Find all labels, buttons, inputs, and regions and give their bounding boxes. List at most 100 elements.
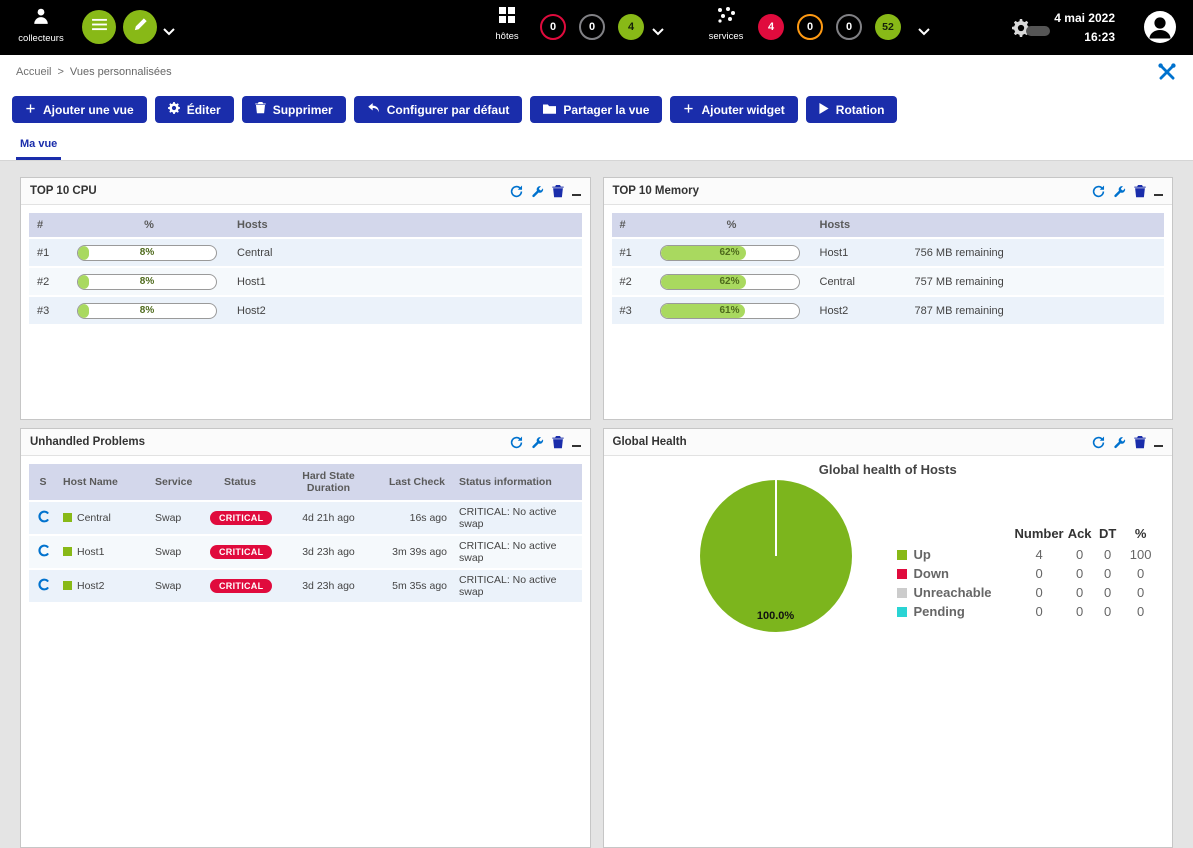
status-badge: CRITICAL: [210, 579, 272, 593]
minimize-icon[interactable]: [572, 186, 581, 196]
cpu-rank: #2: [29, 267, 69, 296]
wrench-icon[interactable]: [1113, 185, 1126, 198]
hosts-chevron-down-icon[interactable]: [652, 23, 664, 41]
refresh-icon[interactable]: [1092, 436, 1105, 449]
services-menu[interactable]: services: [700, 7, 752, 42]
pollers-menu[interactable]: collecteurs: [12, 7, 70, 44]
problems-table: S Host Name Service Status Hard State Du…: [29, 464, 582, 604]
wrench-icon[interactable]: [531, 436, 544, 449]
hosts-menu[interactable]: hôtes: [482, 7, 532, 42]
widget-title: Unhandled Problems: [30, 436, 145, 448]
theme-toggle[interactable]: [1012, 19, 1050, 42]
clock: 4 mai 2022 16:23: [1054, 9, 1115, 46]
problem-service[interactable]: Swap: [149, 501, 204, 535]
view-toolbar: Ajouter une vue Éditer Supprimer Configu…: [0, 89, 1193, 130]
breadcrumb-home[interactable]: Accueil: [16, 66, 51, 78]
undo-arrow-icon: [367, 102, 380, 117]
current-time: 16:23: [1054, 28, 1115, 47]
legend-col-ack: Ack: [1065, 526, 1095, 545]
breadcrumb: Accueil > Vues personnalisées: [0, 55, 1193, 89]
play-icon: [819, 103, 829, 117]
problem-duration: 3d 23h ago: [276, 535, 381, 569]
minimize-icon[interactable]: [1154, 186, 1163, 196]
memory-rank: #2: [612, 267, 652, 296]
memory-progress-bar: 62%: [660, 274, 800, 290]
hosts-down-count[interactable]: 0: [540, 14, 566, 40]
services-unknown-count[interactable]: 0: [836, 14, 862, 40]
minimize-icon[interactable]: [572, 437, 581, 447]
services-warning-count[interactable]: 0: [797, 14, 823, 40]
problem-service[interactable]: Swap: [149, 535, 204, 569]
trash-icon[interactable]: [552, 185, 564, 198]
list-menu-button[interactable]: [82, 10, 116, 44]
widget-unhandled-problems: Unhandled Problems S Host Name Service S…: [20, 428, 591, 848]
set-default-button[interactable]: Configurer par défaut: [354, 96, 523, 123]
trash-icon[interactable]: [552, 436, 564, 449]
centreon-service-icon[interactable]: [37, 582, 50, 594]
tools-icon[interactable]: [1157, 62, 1177, 82]
edit-view-label: Éditer: [187, 103, 221, 117]
edit-view-toolbar-button[interactable]: Éditer: [155, 96, 234, 123]
status-badge: CRITICAL: [210, 545, 272, 559]
memory-remaining: 787 MB remaining: [907, 296, 1165, 325]
services-chevron-down-icon[interactable]: [918, 23, 930, 41]
plus-icon: [683, 103, 694, 117]
delete-view-button[interactable]: Supprimer: [242, 96, 346, 123]
legend-label: Down: [914, 566, 949, 581]
host-up-square-icon: [63, 547, 72, 556]
trash-icon[interactable]: [1134, 185, 1146, 198]
cpu-row: #1 8% Central: [29, 238, 582, 267]
hosts-up-count[interactable]: 4: [618, 14, 644, 40]
refresh-icon[interactable]: [1092, 185, 1105, 198]
cpu-progress-bar: 8%: [77, 245, 217, 261]
refresh-icon[interactable]: [510, 185, 523, 198]
problem-host[interactable]: Host1: [77, 546, 104, 558]
legend-row-down: Down 0 0 0 0: [896, 564, 1161, 583]
add-view-button[interactable]: Ajouter une vue: [12, 96, 147, 123]
services-ok-count[interactable]: 52: [875, 14, 901, 40]
wrench-icon[interactable]: [1113, 436, 1126, 449]
rotation-button[interactable]: Rotation: [806, 96, 898, 123]
problem-host[interactable]: Host2: [77, 580, 104, 592]
widget-title: TOP 10 CPU: [30, 185, 97, 197]
chevron-down-icon[interactable]: [163, 23, 175, 41]
set-default-label: Configurer par défaut: [387, 103, 510, 117]
memory-row: #1 62% Host1 756 MB remaining: [612, 238, 1165, 267]
edit-view-button[interactable]: [123, 10, 157, 44]
memory-host: Host1: [812, 238, 907, 267]
problem-service[interactable]: Swap: [149, 569, 204, 603]
memory-percent-label: 62%: [661, 246, 799, 260]
problem-row: Host1 Swap CRITICAL 3d 23h ago 3m 39s ag…: [29, 535, 582, 569]
hosts-unreachable-count[interactable]: 0: [579, 14, 605, 40]
minimize-icon[interactable]: [1154, 437, 1163, 447]
trash-icon[interactable]: [1134, 436, 1146, 449]
cpu-host: Central: [229, 238, 582, 267]
user-avatar[interactable]: [1143, 10, 1177, 49]
tab-ma-vue[interactable]: Ma vue: [16, 138, 61, 160]
problem-host[interactable]: Central: [77, 512, 111, 524]
breadcrumb-current[interactable]: Vues personnalisées: [70, 66, 172, 78]
host-up-square-icon: [63, 581, 72, 590]
hosts-label: hôtes: [482, 31, 532, 42]
share-view-button[interactable]: Partager la vue: [530, 96, 662, 123]
memory-rank: #3: [612, 296, 652, 325]
memory-host: Host2: [812, 296, 907, 325]
refresh-icon[interactable]: [510, 436, 523, 449]
current-date: 4 mai 2022: [1054, 9, 1115, 28]
poller-person-icon: [32, 12, 50, 29]
up-color-square: [897, 550, 907, 560]
cpu-rank: #3: [29, 296, 69, 325]
memory-percent-label: 61%: [661, 304, 799, 318]
cpu-col-percent: %: [69, 213, 229, 238]
problems-col-last-check: Last Check: [381, 464, 453, 501]
centreon-service-icon[interactable]: [37, 514, 50, 526]
memory-remaining: 757 MB remaining: [907, 267, 1165, 296]
wrench-icon[interactable]: [531, 185, 544, 198]
problem-duration: 4d 21h ago: [276, 501, 381, 535]
centreon-service-icon[interactable]: [37, 548, 50, 560]
add-widget-button[interactable]: Ajouter widget: [670, 96, 797, 123]
plus-icon: [25, 103, 36, 117]
memory-progress-bar: 62%: [660, 245, 800, 261]
legend-col-dt: DT: [1095, 526, 1121, 545]
services-critical-count[interactable]: 4: [758, 14, 784, 40]
